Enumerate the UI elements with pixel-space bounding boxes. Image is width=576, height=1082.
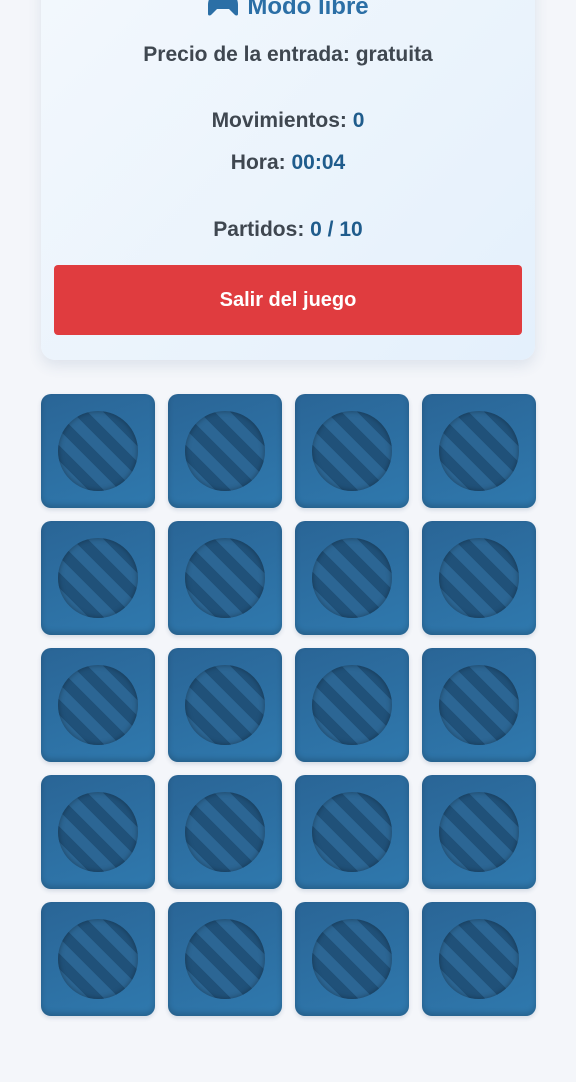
striped-circle-icon xyxy=(439,792,519,872)
gamepad-icon xyxy=(207,0,239,16)
memory-card[interactable] xyxy=(41,394,155,508)
memory-card[interactable] xyxy=(422,648,536,762)
memory-card[interactable] xyxy=(422,902,536,1016)
game-screen: Modo libre Precio de la entrada: gratuit… xyxy=(0,0,576,1082)
striped-circle-icon xyxy=(185,792,265,872)
striped-circle-icon xyxy=(58,792,138,872)
memory-card[interactable] xyxy=(295,394,409,508)
striped-circle-icon xyxy=(312,538,392,618)
memory-card[interactable] xyxy=(168,648,282,762)
memory-card[interactable] xyxy=(168,902,282,1016)
striped-circle-icon xyxy=(185,538,265,618)
moves-label: Movimientos: xyxy=(211,109,347,132)
exit-game-button[interactable]: Salir del juego xyxy=(54,265,522,335)
striped-circle-icon xyxy=(312,411,392,491)
striped-circle-icon xyxy=(185,411,265,491)
memory-card[interactable] xyxy=(41,902,155,1016)
striped-circle-icon xyxy=(439,538,519,618)
striped-circle-icon xyxy=(58,411,138,491)
time-value: 00:04 xyxy=(291,151,346,174)
time-label: Hora: xyxy=(230,151,286,174)
memory-card[interactable] xyxy=(168,394,282,508)
striped-circle-icon xyxy=(312,665,392,745)
mode-title-text: Modo libre xyxy=(247,0,369,20)
striped-circle-icon xyxy=(58,665,138,745)
matches-value: 0 / 10 xyxy=(310,218,363,241)
memory-card[interactable] xyxy=(295,521,409,635)
striped-circle-icon xyxy=(58,538,138,618)
game-info-panel: Modo libre Precio de la entrada: gratuit… xyxy=(41,0,535,360)
striped-circle-icon xyxy=(185,665,265,745)
striped-circle-icon xyxy=(439,411,519,491)
memory-card[interactable] xyxy=(422,521,536,635)
striped-circle-icon xyxy=(439,665,519,745)
striped-circle-icon xyxy=(312,792,392,872)
entry-price: Precio de la entrada: gratuita xyxy=(41,42,535,68)
memory-card[interactable] xyxy=(41,648,155,762)
memory-card[interactable] xyxy=(422,775,536,889)
entry-price-value: gratuita xyxy=(355,43,433,66)
moves-counter: Movimientos: 0 xyxy=(41,108,535,134)
mode-title: Modo libre xyxy=(41,0,535,22)
memory-card[interactable] xyxy=(41,521,155,635)
memory-card[interactable] xyxy=(295,775,409,889)
striped-circle-icon xyxy=(439,919,519,999)
memory-card[interactable] xyxy=(422,394,536,508)
matches-label: Partidos: xyxy=(213,218,305,241)
memory-card[interactable] xyxy=(41,775,155,889)
striped-circle-icon xyxy=(185,919,265,999)
moves-value: 0 xyxy=(352,109,365,132)
matches-counter: Partidos: 0 / 10 xyxy=(41,217,535,243)
memory-card[interactable] xyxy=(168,521,282,635)
striped-circle-icon xyxy=(58,919,138,999)
memory-card[interactable] xyxy=(295,902,409,1016)
striped-circle-icon xyxy=(312,919,392,999)
entry-price-label: Precio de la entrada: xyxy=(143,43,350,66)
card-grid xyxy=(41,394,536,1016)
time-counter: Hora: 00:04 xyxy=(41,150,535,176)
memory-card[interactable] xyxy=(295,648,409,762)
memory-card[interactable] xyxy=(168,775,282,889)
